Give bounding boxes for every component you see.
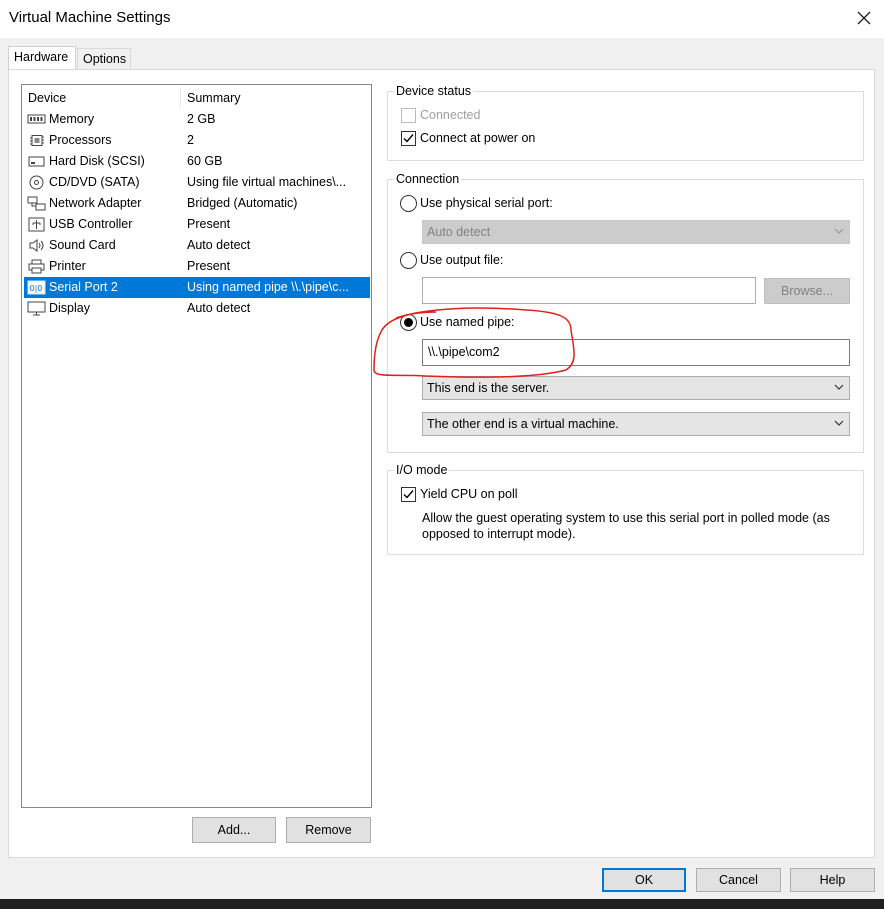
- connection-title: Connection: [394, 172, 462, 186]
- other-end-select[interactable]: The other end is a virtual machine.: [422, 412, 850, 436]
- device-name: USB Controller: [49, 217, 133, 231]
- speaker-icon: [29, 239, 44, 252]
- connected-label: Connected: [420, 108, 481, 122]
- monitor-icon: [27, 301, 46, 316]
- svg-text:0|0: 0|0: [30, 284, 43, 293]
- device-row-processors[interactable]: Processors 2: [24, 130, 370, 151]
- physical-port-select[interactable]: Auto detect: [422, 220, 850, 244]
- device-row-display[interactable]: Display Auto detect: [24, 298, 370, 319]
- output-file-radio[interactable]: [400, 252, 417, 269]
- hard-disk-icon: [28, 156, 45, 167]
- device-summary: Present: [187, 217, 231, 231]
- red-annotation-circle: [373, 307, 575, 378]
- processor-icon: [30, 135, 44, 146]
- device-name: Memory: [49, 112, 95, 126]
- connect-power-checkbox[interactable]: [401, 131, 416, 146]
- add-button[interactable]: Add...: [192, 817, 276, 843]
- ok-button[interactable]: OK: [602, 868, 686, 892]
- connected-checkbox[interactable]: [401, 108, 416, 123]
- other-end-value: The other end is a virtual machine.: [427, 417, 619, 431]
- device-row-network-adapter[interactable]: Network Adapter Bridged (Automatic): [24, 193, 370, 214]
- window-title: Virtual Machine Settings: [9, 9, 171, 26]
- column-header-summary[interactable]: Summary: [187, 91, 240, 105]
- device-name: Network Adapter: [49, 196, 142, 210]
- device-row-memory[interactable]: Memory 2 GB: [24, 109, 370, 130]
- device-name: Printer: [49, 259, 86, 273]
- device-status-title: Device status: [394, 84, 474, 98]
- cd-dvd-icon: [29, 175, 44, 190]
- device-summary: Auto detect: [187, 238, 251, 252]
- checkmark-icon: [403, 490, 414, 499]
- checkmark-icon: [403, 134, 414, 143]
- device-name: Display: [49, 301, 90, 315]
- column-separator[interactable]: [180, 87, 181, 107]
- device-summary: 2 GB: [187, 112, 216, 126]
- usb-icon: [28, 217, 45, 232]
- chevron-down-icon: [834, 228, 844, 234]
- device-summary: 2: [187, 133, 194, 147]
- device-name: CD/DVD (SATA): [49, 175, 140, 189]
- browse-button[interactable]: Browse...: [764, 278, 850, 304]
- network-adapter-icon: [27, 196, 46, 211]
- io-mode-title: I/O mode: [394, 463, 450, 477]
- device-row-hard-disk[interactable]: Hard Disk (SCSI) 60 GB: [24, 151, 370, 172]
- output-file-label: Use output file:: [420, 253, 504, 267]
- device-summary: Bridged (Automatic): [187, 196, 298, 210]
- device-status-group: [387, 91, 864, 161]
- chevron-down-icon: [834, 384, 844, 390]
- device-summary: Using named pipe \\.\pipe\c...: [187, 280, 349, 294]
- yield-cpu-checkbox[interactable]: [401, 487, 416, 502]
- device-name: Hard Disk (SCSI): [49, 154, 145, 168]
- close-button[interactable]: [852, 6, 876, 30]
- device-row-sound-card[interactable]: Sound Card Auto detect: [24, 235, 370, 256]
- physical-port-label: Use physical serial port:: [420, 196, 553, 210]
- device-summary: Using file virtual machines\...: [187, 175, 347, 189]
- close-icon: [857, 11, 871, 25]
- device-row-printer[interactable]: Printer Present: [24, 256, 370, 277]
- device-name: Processors: [49, 133, 112, 147]
- yield-cpu-label: Yield CPU on poll: [420, 487, 518, 501]
- physical-port-value: Auto detect: [427, 225, 491, 239]
- device-name: Sound Card: [49, 238, 116, 252]
- device-row-usb-controller[interactable]: USB Controller Present: [24, 214, 370, 235]
- remove-button[interactable]: Remove: [286, 817, 371, 843]
- device-row-cd-dvd[interactable]: CD/DVD (SATA) Using file virtual machine…: [24, 172, 370, 193]
- io-mode-description: Allow the guest operating system to use …: [422, 511, 830, 541]
- help-button[interactable]: Help: [790, 868, 875, 892]
- taskbar-strip: [0, 899, 884, 909]
- physical-port-radio[interactable]: [400, 195, 417, 212]
- device-summary: Present: [187, 259, 231, 273]
- chevron-down-icon: [834, 420, 844, 426]
- device-list[interactable]: Device Summary Memory 2 GB Processors 2 …: [21, 84, 372, 808]
- serial-port-icon: 0|0: [27, 280, 46, 295]
- memory-icon: [27, 114, 46, 124]
- connect-power-label: Connect at power on: [420, 131, 536, 145]
- column-header-device[interactable]: Device: [28, 91, 66, 105]
- cancel-button[interactable]: Cancel: [696, 868, 781, 892]
- device-summary: Auto detect: [187, 301, 251, 315]
- device-row-serial-port-2[interactable]: 0|0 Serial Port 2 Using named pipe \\.\p…: [24, 277, 370, 298]
- tab-hardware[interactable]: Hardware: [8, 46, 76, 70]
- device-list-header: Device Summary: [22, 85, 371, 109]
- device-summary: 60 GB: [187, 154, 223, 168]
- printer-icon: [28, 259, 45, 274]
- device-name: Serial Port 2: [49, 280, 118, 294]
- tab-options[interactable]: Options: [77, 48, 131, 70]
